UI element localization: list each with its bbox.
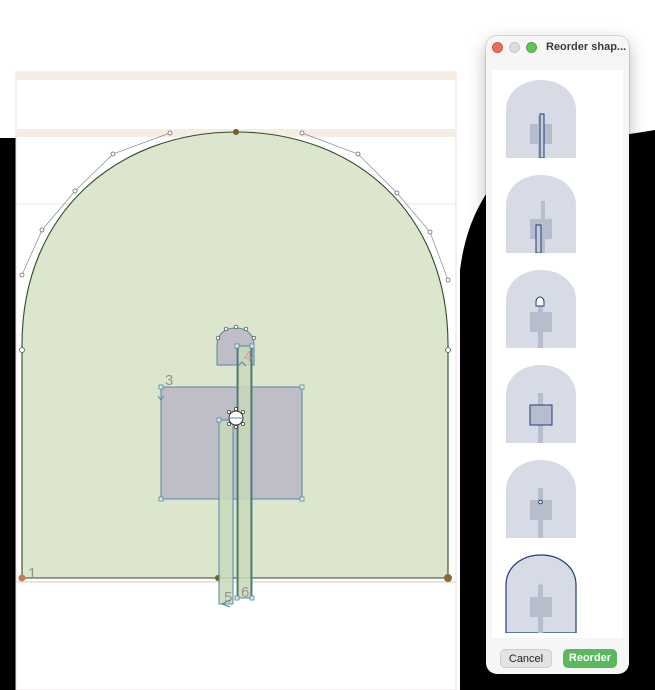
shape-item-small-arch[interactable] <box>502 266 580 348</box>
point-label-4: 4 <box>244 348 252 365</box>
left-black-panel <box>0 138 16 690</box>
arch-bottom-left-point[interactable] <box>18 574 26 582</box>
cancel-button[interactable]: Cancel <box>500 649 552 668</box>
shape-item-tiny-circle[interactable] <box>502 456 580 538</box>
point-label-1: 1 <box>28 565 36 582</box>
shape-item-thin-tall-bar[interactable] <box>502 76 580 158</box>
minimize-window-button[interactable] <box>509 42 520 53</box>
point-label-5: 5 <box>224 589 232 606</box>
window-title: Reorder shap... <box>546 41 627 53</box>
arch-bottom-right-point[interactable] <box>444 574 452 582</box>
reorder-button[interactable]: Reorder <box>563 649 617 668</box>
short-bar-shape[interactable] <box>218 419 234 605</box>
close-window-button[interactable] <box>492 42 503 53</box>
maximize-window-button[interactable] <box>526 42 537 53</box>
shape-order-list[interactable] <box>492 70 623 638</box>
shape-item-rectangle[interactable] <box>502 361 580 443</box>
window-titlebar[interactable]: Reorder shap... <box>486 36 629 60</box>
reorder-shapes-window: Reorder shap... Cancel Reorder <box>486 36 629 674</box>
thin-tall-bar-shape[interactable] <box>236 345 253 599</box>
shape-item-short-bar[interactable] <box>502 171 580 253</box>
shape-item-large-arch[interactable] <box>502 551 580 633</box>
point-label-3: 3 <box>165 372 173 389</box>
point-label-6: 6 <box>241 584 249 601</box>
top-guide-band <box>16 72 456 80</box>
arch-apex-point[interactable] <box>233 129 239 135</box>
